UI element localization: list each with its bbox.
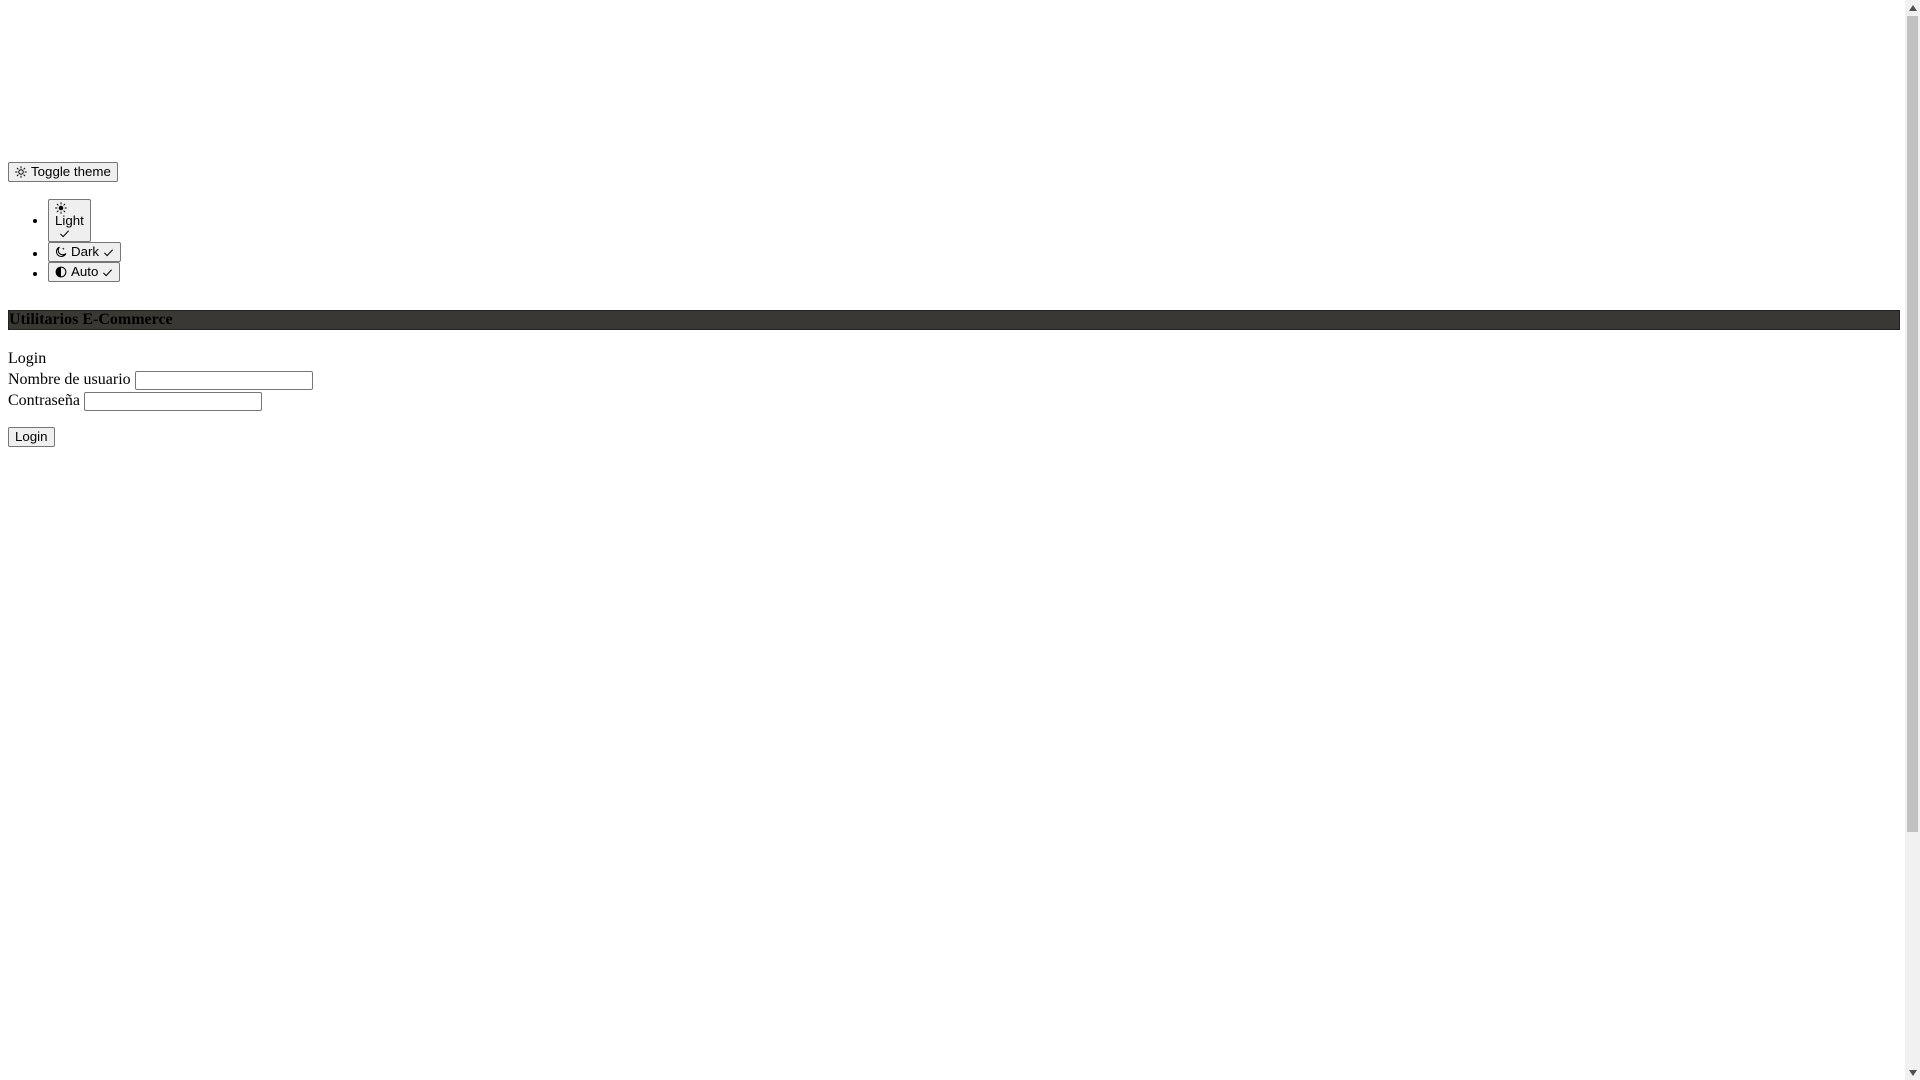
login-form: Login Nombre de usuario Contraseña bbox=[8, 348, 313, 411]
password-row: Contraseña bbox=[8, 390, 313, 411]
theme-auto-button[interactable]: Auto bbox=[48, 262, 121, 282]
username-input[interactable] bbox=[134, 370, 313, 390]
check-icon bbox=[103, 268, 113, 276]
scrollbar-thumb[interactable] bbox=[1907, 16, 1918, 832]
theme-menu-item-light: Light bbox=[48, 199, 121, 242]
password-label: Contraseña bbox=[8, 392, 80, 409]
vertical-scrollbar[interactable] bbox=[1905, 0, 1920, 1080]
theme-menu: Light Dark Auto bbox=[8, 199, 122, 282]
theme-auto-label: Auto bbox=[71, 264, 99, 279]
password-input[interactable] bbox=[83, 391, 262, 411]
check-icon bbox=[104, 248, 114, 256]
theme-menu-item-auto: Auto bbox=[48, 262, 121, 282]
toggle-theme-label: Toggle theme bbox=[31, 164, 111, 179]
theme-light-label: Light bbox=[55, 213, 84, 228]
navbar-brand[interactable]: Utilitarios E-Commerce bbox=[9, 311, 173, 328]
login-heading: Login bbox=[8, 350, 47, 367]
circle-half-icon bbox=[55, 266, 67, 278]
check-icon bbox=[60, 230, 70, 238]
sun-icon bbox=[15, 166, 27, 178]
toggle-theme-button[interactable]: Toggle theme bbox=[8, 162, 118, 182]
moon-stars-icon bbox=[56, 246, 67, 257]
theme-dark-label: Dark bbox=[71, 244, 100, 259]
theme-dark-button[interactable]: Dark bbox=[48, 242, 122, 262]
theme-menu-item-dark: Dark bbox=[48, 242, 122, 262]
scroll-up-arrow-icon[interactable] bbox=[1905, 0, 1920, 15]
theme-light-button[interactable]: Light bbox=[48, 199, 91, 242]
login-button[interactable]: Login bbox=[8, 427, 55, 447]
scroll-down-arrow-icon[interactable] bbox=[1905, 1065, 1920, 1080]
navbar: Utilitarios E-Commerce bbox=[8, 310, 1900, 330]
username-label: Nombre de usuario bbox=[8, 371, 131, 388]
username-row: Nombre de usuario bbox=[8, 369, 313, 390]
